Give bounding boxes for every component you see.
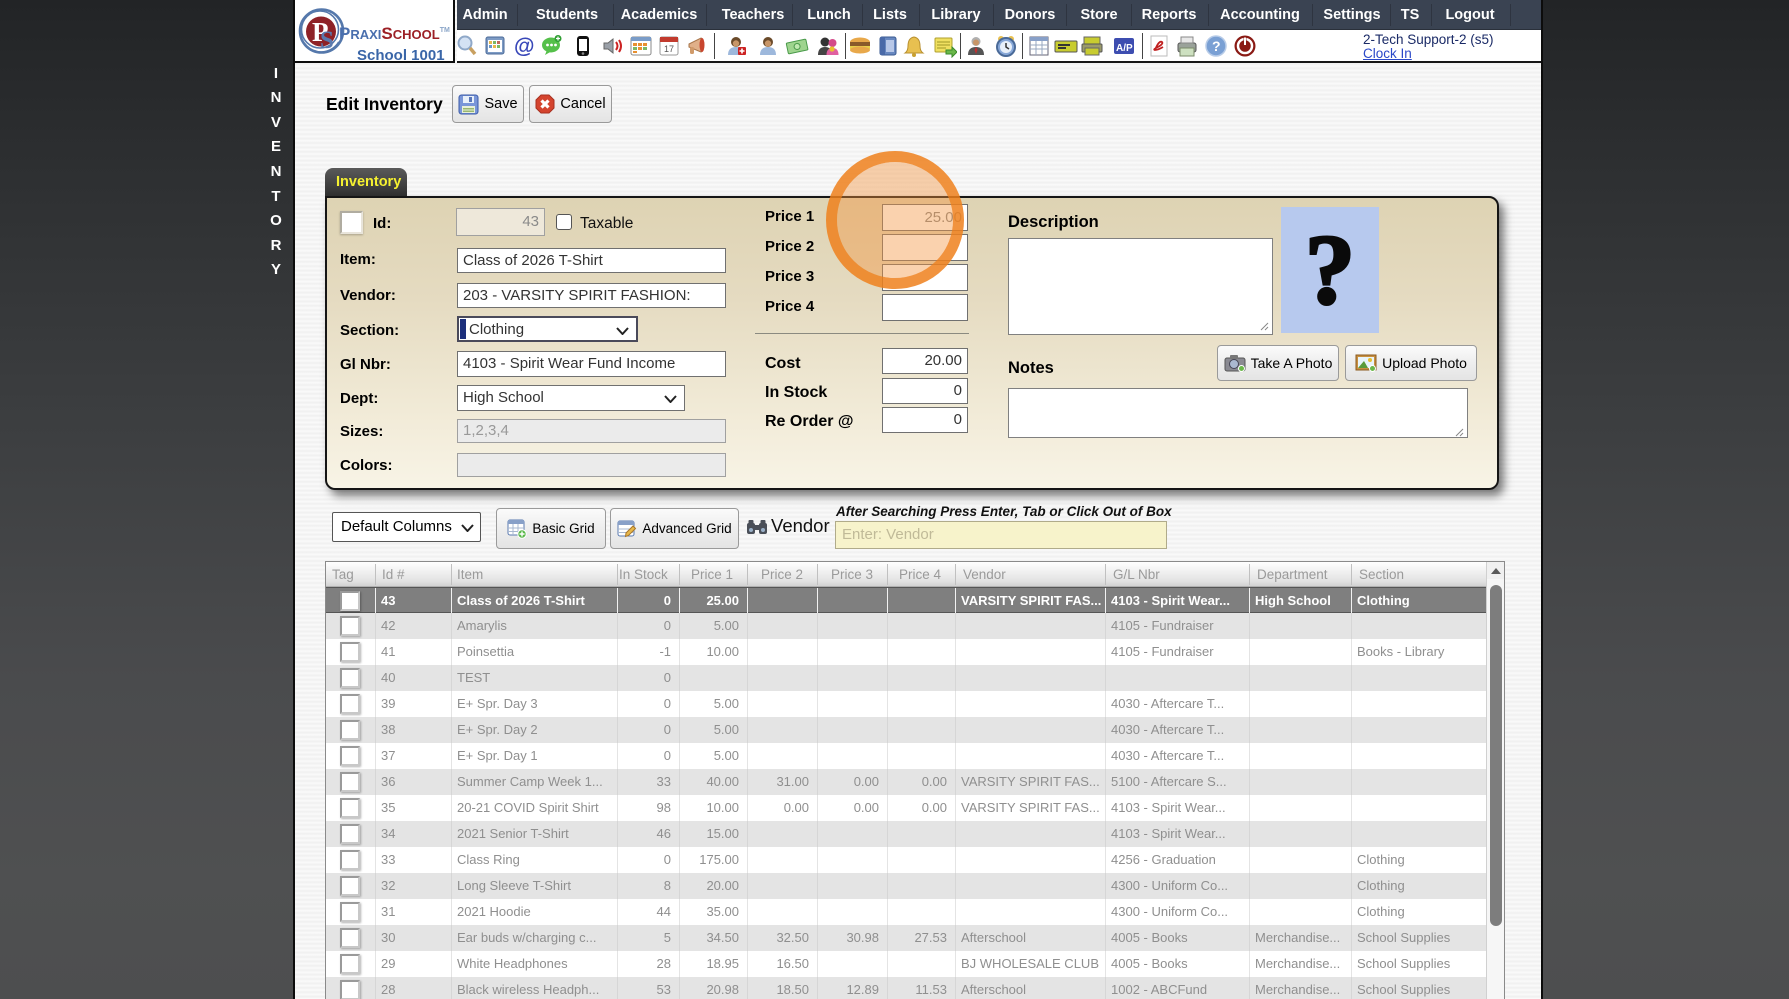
svg-text:17: 17: [664, 44, 674, 54]
svg-text:S: S: [320, 27, 334, 54]
svg-text:?: ?: [1212, 38, 1221, 54]
svg-text:A/P: A/P: [1116, 43, 1133, 54]
svg-text:@: @: [514, 35, 534, 58]
